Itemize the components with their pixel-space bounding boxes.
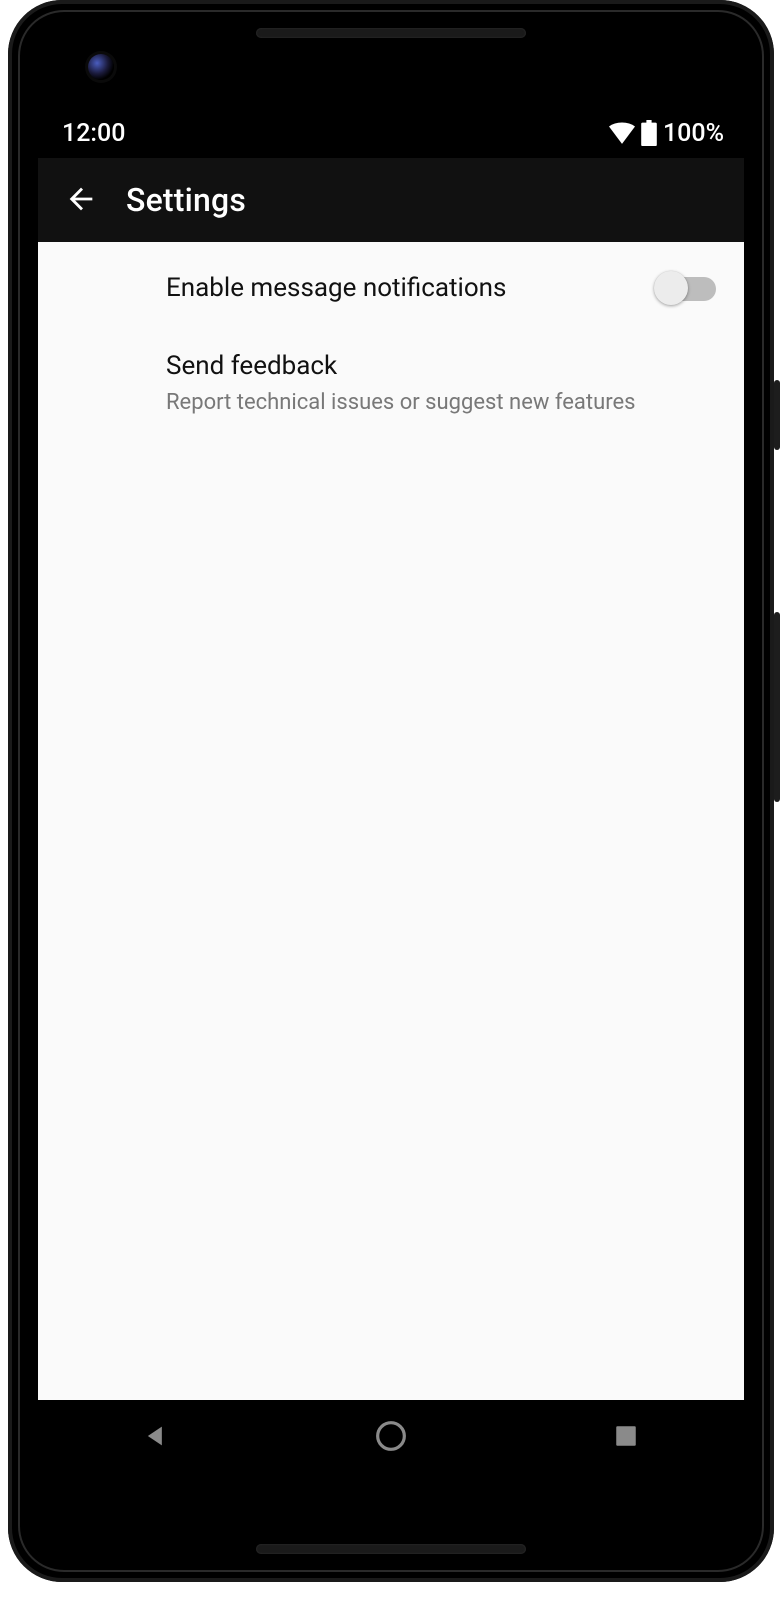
- arrow-back-icon: [64, 182, 98, 219]
- circle-home-icon: [375, 1420, 407, 1455]
- setting-title: Send feedback: [166, 350, 716, 384]
- speaker-top: [256, 28, 526, 38]
- nav-home-button[interactable]: [331, 1407, 451, 1467]
- screen: 12:00 100% Settings: [38, 108, 744, 1474]
- app-bar: Settings: [38, 158, 744, 242]
- toggle-thumb: [654, 271, 688, 305]
- setting-feedback[interactable]: Send feedback Report technical issues or…: [38, 328, 744, 439]
- speaker-bottom: [256, 1544, 526, 1554]
- side-button-bottom: [774, 612, 780, 802]
- back-button[interactable]: [46, 165, 116, 235]
- battery-percent: 100%: [663, 119, 724, 148]
- front-camera: [88, 54, 114, 80]
- notifications-toggle[interactable]: [658, 277, 716, 301]
- square-recent-icon: [613, 1423, 639, 1452]
- navigation-bar: [38, 1400, 744, 1474]
- nav-recent-button[interactable]: [566, 1407, 686, 1467]
- page-title: Settings: [126, 181, 246, 219]
- settings-list: Enable message notifications Send feedba…: [38, 242, 744, 439]
- wifi-icon: [609, 122, 635, 144]
- status-bar: 12:00 100%: [38, 108, 744, 158]
- setting-notifications[interactable]: Enable message notifications: [38, 250, 744, 328]
- side-button-top: [774, 380, 780, 450]
- device-frame: 12:00 100% Settings: [8, 0, 774, 1582]
- status-time: 12:00: [62, 119, 125, 148]
- setting-title: Enable message notifications: [166, 272, 658, 306]
- battery-icon: [641, 120, 657, 146]
- triangle-back-icon: [142, 1422, 170, 1453]
- setting-subtitle: Report technical issues or suggest new f…: [166, 388, 716, 418]
- nav-back-button[interactable]: [96, 1407, 216, 1467]
- status-right: 100%: [609, 119, 724, 148]
